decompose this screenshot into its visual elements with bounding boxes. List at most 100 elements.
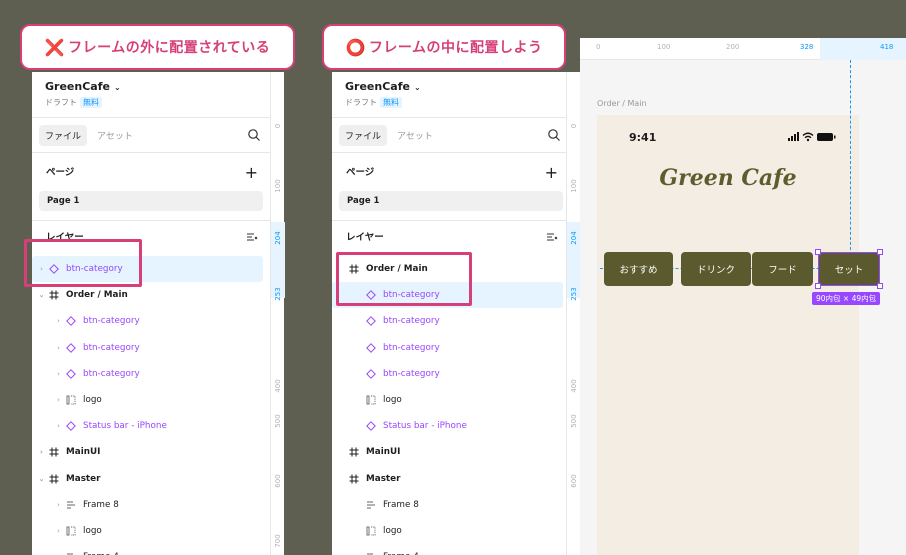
plan-badge: 無料 — [380, 97, 402, 108]
ruler-tick: 600 — [274, 474, 282, 488]
layer-label: Frame 8 — [383, 499, 419, 510]
autolayout-icon — [63, 499, 79, 511]
resize-handle[interactable] — [877, 283, 883, 289]
layer-row[interactable]: logo — [332, 387, 570, 413]
vertical-ruler-left: 0 100 204 253 400 500 600 700 — [270, 72, 285, 555]
layer-sort-icon[interactable] — [246, 232, 258, 244]
layer-label: btn-category — [383, 342, 440, 353]
group-icon — [363, 525, 379, 537]
layer-label: MainUI — [66, 447, 101, 458]
status-icons — [788, 132, 836, 142]
layer-label: btn-category — [83, 316, 140, 327]
page-item-1[interactable]: Page 1 — [339, 191, 563, 211]
category-button-recommend[interactable]: おすすめ — [604, 252, 673, 286]
layers-title: レイヤー — [346, 232, 384, 243]
layer-row[interactable]: › logo — [32, 518, 270, 544]
expand-arrow-icon[interactable]: › — [54, 501, 63, 509]
design-canvas[interactable]: Order / Main 9:41 Green Cafe — [580, 60, 906, 555]
layer-row[interactable]: › btn-category — [32, 335, 270, 361]
tab-file[interactable]: ファイル — [339, 124, 388, 146]
group-icon — [63, 394, 79, 406]
resize-handle[interactable] — [815, 283, 821, 289]
layer-label: logo — [383, 525, 402, 536]
layers-panel-wrong: GreenCafe ⌄ ドラフト 無料 ファイル アセット ページ + Page 1 … — [32, 72, 270, 555]
battery-icon — [817, 133, 836, 141]
layer-row[interactable]: MainUI — [332, 439, 570, 465]
tab-file[interactable]: ファイル — [39, 124, 88, 146]
draft-label: ドラフト — [45, 98, 77, 107]
pages-section: ページ + Page 1 — [32, 152, 270, 221]
panel-tabs: ファイル アセット — [332, 118, 570, 152]
layer-label: logo — [383, 395, 402, 406]
search-icon[interactable] — [547, 128, 561, 142]
layer-row[interactable]: ›Frame 4 — [32, 544, 270, 555]
expand-arrow-icon[interactable]: › — [54, 317, 63, 325]
layer-row[interactable]: ⌄ Master — [32, 466, 270, 492]
ruler-tick: 200 — [726, 43, 740, 51]
category-button-food[interactable]: フード — [752, 252, 813, 286]
tab-assets[interactable]: アセット — [91, 125, 139, 146]
expand-arrow-icon[interactable]: › — [54, 370, 63, 378]
layer-row[interactable]: Frame 8 — [332, 492, 570, 518]
layer-row[interactable]: › Status bar - iPhone — [32, 413, 270, 439]
layer-row[interactable]: logo — [332, 518, 570, 544]
ruler-tick: 204 — [570, 231, 578, 245]
component-icon — [363, 342, 379, 354]
tab-assets[interactable]: アセット — [391, 125, 439, 146]
resize-handle[interactable] — [815, 249, 821, 255]
chevron-down-icon[interactable]: ⌄ — [114, 83, 121, 92]
expand-arrow-icon[interactable]: › — [37, 448, 46, 456]
expand-arrow-icon[interactable]: ⌄ — [37, 291, 46, 299]
draft-label: ドラフト — [345, 98, 377, 107]
ruler-tick: 500 — [274, 414, 282, 428]
add-page-icon[interactable]: + — [245, 163, 258, 183]
layer-row[interactable]: › logo — [32, 387, 270, 413]
expand-arrow-icon[interactable]: › — [54, 422, 63, 430]
layer-row[interactable]: › btn-category — [32, 361, 270, 387]
highlight-inside-frame — [336, 252, 472, 306]
ruler-tick: 500 — [570, 414, 578, 428]
layer-label: logo — [83, 395, 102, 406]
layer-row[interactable]: Status bar - iPhone — [332, 413, 570, 439]
add-page-icon[interactable]: + — [545, 163, 558, 183]
category-button-drink[interactable]: ドリンク — [681, 252, 751, 286]
chevron-down-icon[interactable]: ⌄ — [414, 83, 421, 92]
right-callout-text: フレームの中に配置しよう — [368, 40, 543, 56]
group-icon — [63, 525, 79, 537]
layer-sort-icon[interactable] — [546, 232, 558, 244]
layer-label: logo — [83, 525, 102, 536]
layer-row[interactable]: btn-category — [332, 361, 570, 387]
layer-row[interactable]: › MainUI — [32, 439, 270, 465]
expand-arrow-icon[interactable]: › — [54, 396, 63, 404]
frame-icon — [46, 446, 62, 458]
project-name: GreenCafe — [45, 80, 110, 93]
frame-label[interactable]: Order / Main — [597, 99, 647, 108]
layer-row[interactable]: btn-category — [332, 335, 570, 361]
project-name: GreenCafe — [345, 80, 410, 93]
search-icon[interactable] — [247, 128, 261, 142]
cross-mark-icon: ❌ — [44, 37, 66, 57]
layer-row[interactable]: › btn-category — [32, 308, 270, 334]
ruler-tick: 204 — [274, 231, 282, 245]
ruler-tick: 328 — [800, 43, 814, 51]
layer-row[interactable]: Master — [332, 466, 570, 492]
layer-list: › btn-category ⌄ Order / Main › btn-category ›… — [32, 256, 270, 555]
ruler-tick: 100 — [657, 43, 671, 51]
expand-arrow-icon[interactable]: ⌄ — [37, 475, 46, 483]
expand-arrow-icon[interactable]: › — [54, 344, 63, 352]
page-item-1[interactable]: Page 1 — [39, 191, 263, 211]
project-header[interactable]: GreenCafe ⌄ ドラフト 無料 — [332, 72, 570, 118]
order-main-frame[interactable]: 9:41 Green Cafe — [597, 115, 859, 555]
expand-arrow-icon[interactable]: › — [54, 527, 63, 535]
project-header[interactable]: GreenCafe ⌄ ドラフト 無料 — [32, 72, 270, 118]
layers-panel-right: GreenCafe ⌄ ドラフト 無料 ファイル アセット ページ + Page 1 … — [332, 72, 570, 555]
layer-row[interactable]: Frame 4 — [332, 544, 570, 555]
vertical-ruler-right: 0 100 204 253 400 500 600 — [566, 72, 581, 555]
resize-handle[interactable] — [877, 249, 883, 255]
autolayout-icon — [363, 551, 379, 555]
layer-row[interactable]: › Frame 8 — [32, 492, 270, 518]
ruler-tick: 700 — [274, 534, 282, 548]
frame-icon — [346, 446, 362, 458]
horizontal-ruler: 0 100 200 328 418 — [580, 38, 906, 60]
layer-row[interactable]: btn-category — [332, 308, 570, 334]
